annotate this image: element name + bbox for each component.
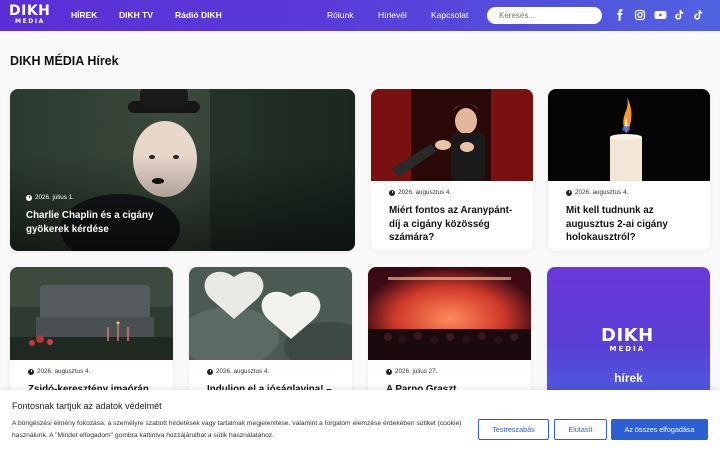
clock-icon — [28, 368, 34, 375]
clock-icon — [207, 368, 213, 375]
article-date: 2026. július 1. — [26, 194, 74, 201]
promo-label: hírek — [614, 371, 643, 385]
promo-logo-main: DIKH — [601, 325, 654, 346]
accept-all-button[interactable]: Az összes elfogadása — [611, 419, 708, 440]
article-card[interactable]: 2026. augusztus 4. Mit kell tudnunk az a… — [548, 89, 710, 251]
article-card[interactable]: 2026. augusztus 4. Zsidó-keresztény imaó… — [10, 267, 173, 407]
promo-logo: DIKH MEDIA — [601, 327, 654, 354]
article-date: 2026. augusztus 4. — [389, 189, 451, 196]
article-title[interactable]: Miért fontos az Aranypánt-díj a cigány k… — [389, 204, 519, 245]
clock-icon — [386, 368, 392, 375]
nav-hirlevel[interactable]: Hírlevél — [378, 10, 407, 20]
reject-button[interactable]: Elutasít — [554, 419, 607, 440]
article-image — [548, 89, 710, 181]
clock-icon — [566, 189, 572, 196]
site-header: DIKH MEDIA HÍREK DIKH TV Rádió DIKH Rólu… — [0, 0, 720, 31]
article-title[interactable]: Charlie Chaplin és a cigány gyökerek kér… — [26, 209, 166, 236]
youtube-icon[interactable] — [654, 9, 667, 21]
nav-rolunk[interactable]: Rólunk — [327, 10, 353, 20]
nav-dikh-tv[interactable]: DIKH TV — [119, 10, 153, 20]
article-card-hero[interactable]: 2026. július 1. Charlie Chaplin és a cig… — [10, 89, 355, 251]
instagram-icon[interactable] — [634, 9, 646, 21]
facebook-icon[interactable] — [614, 9, 626, 21]
article-title[interactable]: Mit kell tudnunk az augusztus 2-ai cigán… — [566, 204, 696, 245]
cookie-consent-bar: Fontosnak tartjuk az adatok védelmét A b… — [0, 390, 720, 450]
article-date: 2026. augusztus 4. — [207, 368, 269, 375]
logo-sub-text: MEDIA — [15, 18, 45, 25]
article-image — [368, 267, 531, 360]
nav-kapcsolat[interactable]: Kapcsolat — [431, 10, 468, 20]
article-date: 2026. augusztus 4. — [28, 368, 90, 375]
nav-radio-dikh[interactable]: Rádió DIKH — [175, 10, 222, 20]
page-title: DIKH MÉDIA Hírek — [10, 54, 119, 68]
clock-icon — [389, 189, 395, 196]
cookie-text: A böngészési élmény fokozása, a személyr… — [12, 420, 462, 439]
article-date: 2026. augusztus 4. — [566, 189, 628, 196]
article-card[interactable]: 2026. július 27. A Parno Graszt — [368, 267, 531, 407]
nav-hirek[interactable]: HÍREK — [71, 10, 97, 20]
article-image — [371, 89, 533, 181]
logo-main-text: DIKH — [9, 3, 51, 19]
article-image — [189, 267, 352, 360]
article-card[interactable]: 2026. augusztus 4. Indulion el a jóságla… — [189, 267, 352, 407]
site-logo[interactable]: DIKH MEDIA — [9, 4, 53, 28]
cookie-title: Fontosnak tartjuk az adatok védelmét — [12, 401, 162, 411]
promo-logo-sub: MEDIA — [609, 345, 646, 353]
tiktok-icon[interactable] — [692, 9, 704, 21]
search-input[interactable] — [487, 7, 602, 24]
clock-icon — [26, 194, 32, 201]
article-date: 2026. július 27. — [386, 368, 437, 375]
tiktok-icon[interactable] — [673, 9, 685, 21]
customize-button[interactable]: Testreszabás — [478, 419, 549, 440]
article-image — [10, 267, 173, 360]
article-card[interactable]: 2026. augusztus 4. Miért fontos az Arany… — [371, 89, 533, 251]
promo-card[interactable]: DIKH MEDIA hírek — [547, 267, 710, 407]
